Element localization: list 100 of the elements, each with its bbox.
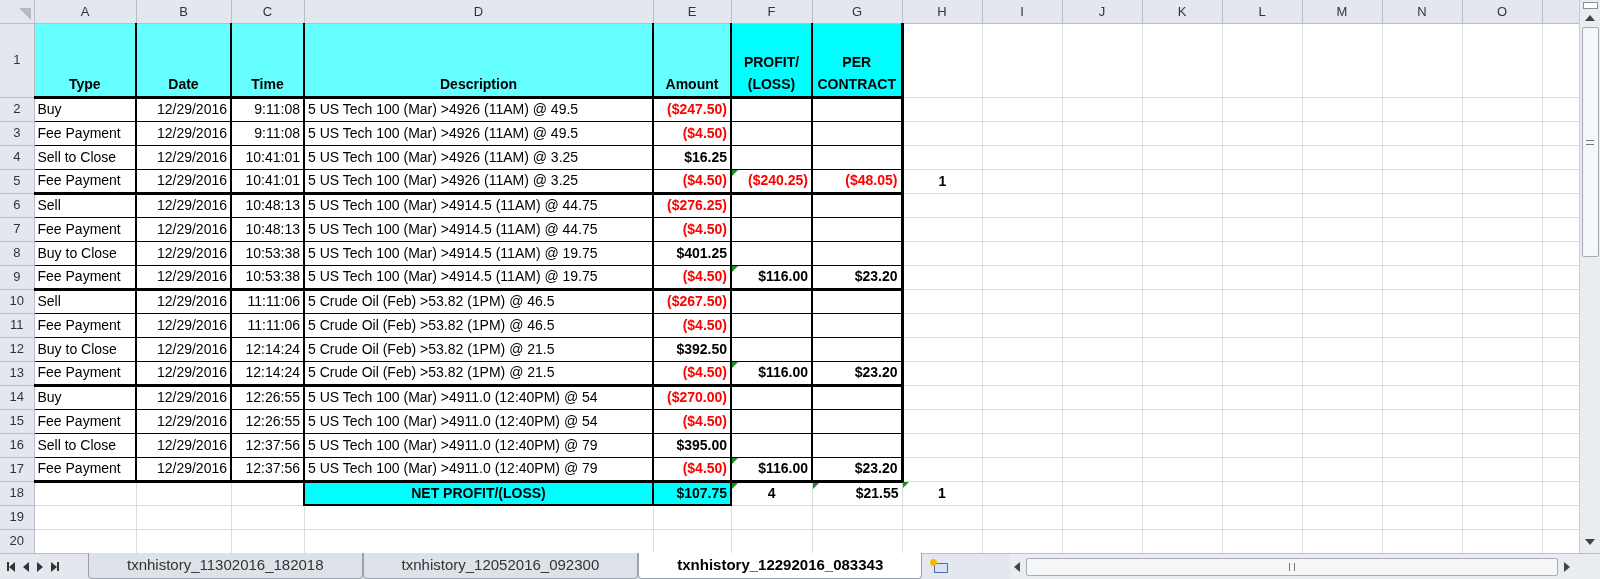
table-cell: ($4.50) bbox=[653, 265, 731, 289]
table-cell: 5 US Tech 100 (Mar) >4911.0 (12:40PM) @ 79 bbox=[304, 433, 653, 457]
table-cell: 12:37:56 bbox=[231, 433, 304, 457]
sheet-tab[interactable]: txnhistory_12292016_083343 bbox=[638, 553, 923, 579]
column-header[interactable]: J bbox=[1062, 0, 1142, 23]
header-cell: Type bbox=[34, 23, 136, 97]
row-number[interactable]: 1 bbox=[0, 23, 34, 97]
sheet-tab[interactable]: txnhistory_12052016_092300 bbox=[362, 553, 639, 579]
sheet-tab[interactable]: txnhistory_11302016_182018 bbox=[88, 553, 363, 579]
horizontal-scrollbar[interactable] bbox=[1010, 554, 1600, 579]
row-number[interactable]: 20 bbox=[0, 529, 34, 553]
column-header[interactable]: F bbox=[731, 0, 812, 23]
row-number[interactable]: 15 bbox=[0, 409, 34, 433]
table-cell: 12/29/2016 bbox=[136, 433, 231, 457]
table-cell: 12/29/2016 bbox=[136, 337, 231, 361]
table-cell: 12:14:24 bbox=[231, 337, 304, 361]
table-cell: ($4.50) bbox=[653, 361, 731, 385]
error-indicator-icon bbox=[812, 482, 819, 489]
table-cell: 5 US Tech 100 (Mar) >4914.5 (11AM) @ 19.75 bbox=[304, 265, 653, 289]
table-cell: 5 US Tech 100 (Mar) >4926 (11AM) @ 3.25 bbox=[304, 145, 653, 169]
column-header[interactable]: I bbox=[982, 0, 1062, 23]
table-cell: $401.25 bbox=[653, 241, 731, 265]
row-number[interactable]: 19 bbox=[0, 505, 34, 529]
table-cell: 10:53:38 bbox=[231, 241, 304, 265]
table-cell: ($4.50) bbox=[653, 217, 731, 241]
row-number[interactable]: 17 bbox=[0, 457, 34, 481]
row-number[interactable]: 9 bbox=[0, 265, 34, 289]
last-sheet-icon[interactable] bbox=[51, 561, 59, 572]
scroll-right-icon[interactable] bbox=[1564, 561, 1570, 572]
previous-sheet-icon[interactable] bbox=[23, 561, 29, 572]
table-cell: $116.00 bbox=[731, 457, 812, 481]
table-cell: 10:48:13 bbox=[231, 193, 304, 217]
row-number[interactable]: 3 bbox=[0, 121, 34, 145]
row-number[interactable]: 18 bbox=[0, 481, 34, 505]
table-cell: 5 US Tech 100 (Mar) >4926 (11AM) @ 3.25 bbox=[304, 169, 653, 193]
row-number[interactable]: 11 bbox=[0, 313, 34, 337]
row-number[interactable]: 14 bbox=[0, 385, 34, 409]
header-cell: Amount bbox=[653, 23, 731, 97]
column-header[interactable]: O bbox=[1462, 0, 1542, 23]
table-cell: 5 Crude Oil (Feb) >53.82 (1PM) @ 21.5 bbox=[304, 337, 653, 361]
column-header[interactable]: C bbox=[231, 0, 304, 23]
row-number[interactable]: 5 bbox=[0, 169, 34, 193]
column-header[interactable]: A bbox=[34, 0, 136, 23]
row-number[interactable]: 13 bbox=[0, 361, 34, 385]
table-cell: ($270.00) bbox=[653, 385, 731, 409]
table-cell: 10:41:01 bbox=[231, 145, 304, 169]
vertical-scrollbar[interactable] bbox=[1579, 0, 1600, 553]
column-header[interactable]: B bbox=[136, 0, 231, 23]
column-header[interactable]: D bbox=[304, 0, 653, 23]
column-header[interactable]: L bbox=[1222, 0, 1302, 23]
row-number[interactable]: 16 bbox=[0, 433, 34, 457]
scroll-left-icon[interactable] bbox=[1014, 561, 1021, 572]
next-sheet-icon[interactable] bbox=[37, 561, 43, 572]
table-cell: 4 bbox=[731, 481, 812, 505]
table-cell: 12/29/2016 bbox=[136, 313, 231, 337]
column-header[interactable]: H bbox=[902, 0, 982, 23]
table-cell: $395.00 bbox=[653, 433, 731, 457]
total-label: NET PROFIT/(LOSS) bbox=[304, 481, 653, 505]
table-cell: ($4.50) bbox=[653, 313, 731, 337]
table-cell: Buy bbox=[34, 385, 136, 409]
column-header[interactable]: K bbox=[1142, 0, 1222, 23]
row-number[interactable]: 8 bbox=[0, 241, 34, 265]
table-cell: 5 US Tech 100 (Mar) >4914.5 (11AM) @ 44.75 bbox=[304, 217, 653, 241]
table-cell: 1 bbox=[902, 169, 982, 193]
table-cell: 9:11:08 bbox=[231, 97, 304, 121]
table-cell: 12/29/2016 bbox=[136, 385, 231, 409]
table-cell: Buy to Close bbox=[34, 241, 136, 265]
table-cell: Sell bbox=[34, 193, 136, 217]
error-indicator-icon bbox=[902, 481, 909, 488]
error-indicator-icon bbox=[732, 457, 738, 464]
split-box-icon[interactable] bbox=[1582, 2, 1598, 9]
column-header[interactable]: N bbox=[1382, 0, 1462, 23]
row-number[interactable]: 10 bbox=[0, 289, 34, 313]
table-cell: 12:14:24 bbox=[231, 361, 304, 385]
scroll-down-icon[interactable] bbox=[1585, 539, 1595, 545]
scrollbar-thumb[interactable] bbox=[1581, 27, 1599, 257]
first-sheet-icon[interactable] bbox=[7, 561, 15, 572]
row-number[interactable]: 12 bbox=[0, 337, 34, 361]
table-cell: 12:26:55 bbox=[231, 409, 304, 433]
table-cell: 11:11:06 bbox=[231, 289, 304, 313]
row-number[interactable]: 2 bbox=[0, 97, 34, 121]
header-cell: PER CONTRACT bbox=[812, 23, 902, 97]
table-cell: $21.55 bbox=[812, 481, 902, 505]
table-cell: 5 US Tech 100 (Mar) >4914.5 (11AM) @ 44.75 bbox=[304, 193, 653, 217]
row-number[interactable]: 7 bbox=[0, 217, 34, 241]
table-cell: 10:53:38 bbox=[231, 265, 304, 289]
column-header[interactable]: M bbox=[1302, 0, 1382, 23]
header-cell: Description bbox=[304, 23, 653, 97]
scrollbar-thumb[interactable] bbox=[1026, 557, 1558, 576]
insert-sheet-icon[interactable] bbox=[930, 558, 951, 575]
column-header[interactable]: G bbox=[812, 0, 902, 23]
column-header[interactable]: E bbox=[653, 0, 731, 23]
scroll-up-icon[interactable] bbox=[1585, 15, 1595, 21]
row-number[interactable]: 6 bbox=[0, 193, 34, 217]
table-cell: 12/29/2016 bbox=[136, 193, 231, 217]
row-number[interactable]: 4 bbox=[0, 145, 34, 169]
table-cell: $23.20 bbox=[812, 265, 902, 289]
table-cell: 5 Crude Oil (Feb) >53.82 (1PM) @ 46.5 bbox=[304, 289, 653, 313]
table-cell: ($4.50) bbox=[653, 409, 731, 433]
table-cell: Sell to Close bbox=[34, 433, 136, 457]
